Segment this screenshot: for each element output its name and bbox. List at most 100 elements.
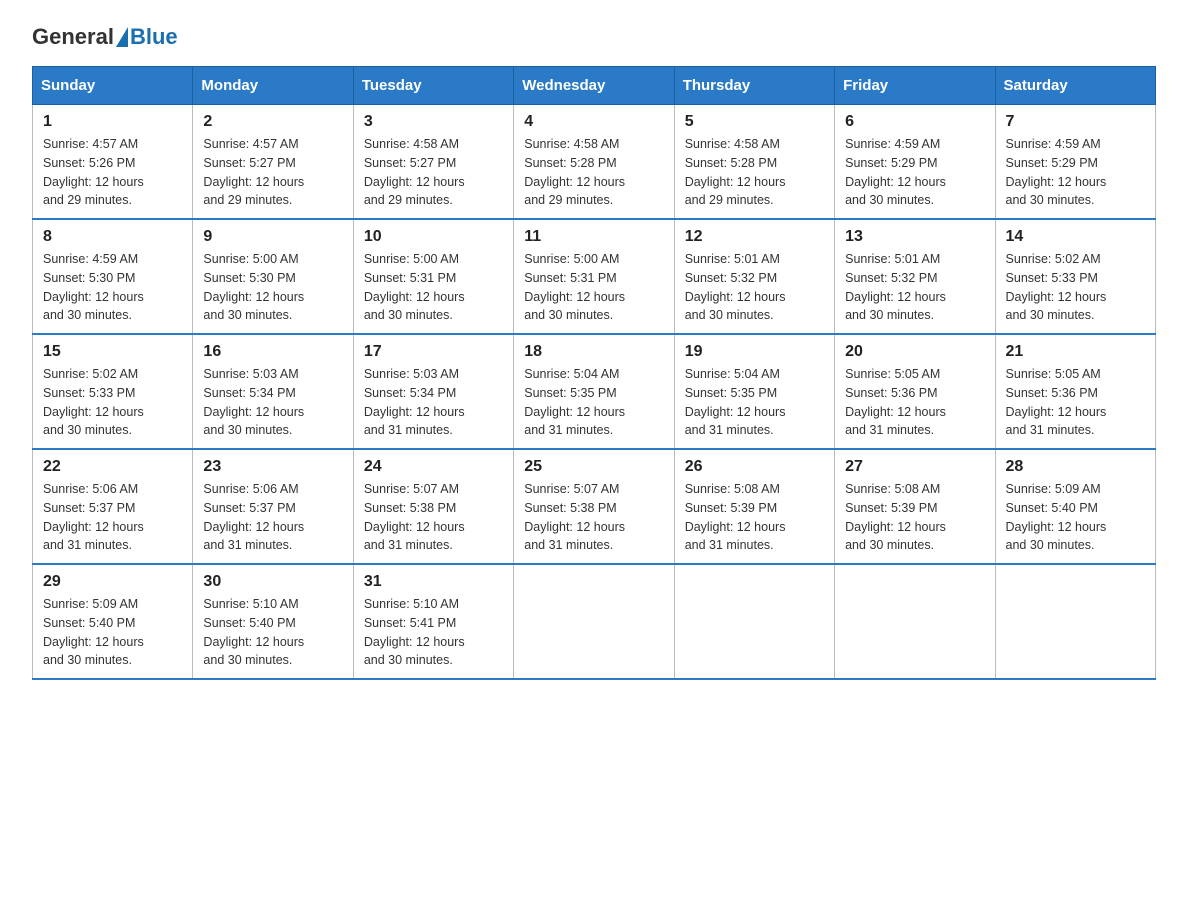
logo-general-text: General [32,24,114,50]
day-info: Sunrise: 4:57 AMSunset: 5:26 PMDaylight:… [43,135,182,210]
calendar-cell: 1 Sunrise: 4:57 AMSunset: 5:26 PMDaylight… [33,105,193,220]
day-number: 12 [685,228,824,246]
day-info: Sunrise: 4:58 AMSunset: 5:28 PMDaylight:… [524,135,663,210]
day-number: 8 [43,228,182,246]
calendar-cell: 28 Sunrise: 5:09 AMSunset: 5:40 PMDayligh… [995,449,1155,564]
logo-triangle-icon [116,27,128,47]
calendar-cell: 21 Sunrise: 5:05 AMSunset: 5:36 PMDayligh… [995,334,1155,449]
page-header: General Blue [32,24,1156,50]
day-info: Sunrise: 5:00 AMSunset: 5:31 PMDaylight:… [524,250,663,325]
col-header-sunday: Sunday [33,67,193,105]
day-number: 17 [364,343,503,361]
col-header-tuesday: Tuesday [353,67,513,105]
day-info: Sunrise: 5:02 AMSunset: 5:33 PMDaylight:… [1006,250,1145,325]
calendar-cell: 26 Sunrise: 5:08 AMSunset: 5:39 PMDayligh… [674,449,834,564]
day-info: Sunrise: 5:00 AMSunset: 5:31 PMDaylight:… [364,250,503,325]
calendar-header-row: SundayMondayTuesdayWednesdayThursdayFrid… [33,67,1156,105]
calendar-cell: 3 Sunrise: 4:58 AMSunset: 5:27 PMDaylight… [353,105,513,220]
day-info: Sunrise: 5:04 AMSunset: 5:35 PMDaylight:… [524,365,663,440]
day-info: Sunrise: 5:01 AMSunset: 5:32 PMDaylight:… [685,250,824,325]
col-header-wednesday: Wednesday [514,67,674,105]
calendar-week-row: 1 Sunrise: 4:57 AMSunset: 5:26 PMDaylight… [33,105,1156,220]
day-number: 11 [524,228,663,246]
day-info: Sunrise: 5:08 AMSunset: 5:39 PMDaylight:… [685,480,824,555]
day-info: Sunrise: 5:04 AMSunset: 5:35 PMDaylight:… [685,365,824,440]
day-info: Sunrise: 4:59 AMSunset: 5:30 PMDaylight:… [43,250,182,325]
day-number: 2 [203,113,342,131]
calendar-cell: 25 Sunrise: 5:07 AMSunset: 5:38 PMDayligh… [514,449,674,564]
day-number: 25 [524,458,663,476]
day-number: 1 [43,113,182,131]
calendar-cell: 16 Sunrise: 5:03 AMSunset: 5:34 PMDayligh… [193,334,353,449]
day-number: 15 [43,343,182,361]
logo-blue-text: Blue [130,24,178,50]
day-number: 24 [364,458,503,476]
calendar-cell: 20 Sunrise: 5:05 AMSunset: 5:36 PMDayligh… [835,334,995,449]
calendar-cell: 13Sunrise: 5:01 AMSunset: 5:32 PMDayligh… [835,219,995,334]
calendar-cell [995,564,1155,679]
day-info: Sunrise: 4:57 AMSunset: 5:27 PMDaylight:… [203,135,342,210]
calendar-cell: 15 Sunrise: 5:02 AMSunset: 5:33 PMDayligh… [33,334,193,449]
day-number: 20 [845,343,984,361]
day-number: 19 [685,343,824,361]
day-number: 7 [1006,113,1145,131]
calendar-week-row: 29 Sunrise: 5:09 AMSunset: 5:40 PMDayligh… [33,564,1156,679]
calendar-cell: 7Sunrise: 4:59 AMSunset: 5:29 PMDaylight… [995,105,1155,220]
day-number: 16 [203,343,342,361]
calendar-cell: 18Sunrise: 5:04 AMSunset: 5:35 PMDayligh… [514,334,674,449]
day-number: 3 [364,113,503,131]
day-number: 22 [43,458,182,476]
calendar-week-row: 22 Sunrise: 5:06 AMSunset: 5:37 PMDayligh… [33,449,1156,564]
day-number: 6 [845,113,984,131]
day-info: Sunrise: 4:58 AMSunset: 5:27 PMDaylight:… [364,135,503,210]
calendar-cell: 24 Sunrise: 5:07 AMSunset: 5:38 PMDayligh… [353,449,513,564]
day-info: Sunrise: 5:07 AMSunset: 5:38 PMDaylight:… [364,480,503,555]
day-number: 31 [364,573,503,591]
day-number: 4 [524,113,663,131]
day-info: Sunrise: 5:05 AMSunset: 5:36 PMDaylight:… [845,365,984,440]
day-number: 10 [364,228,503,246]
calendar-cell: 9 Sunrise: 5:00 AMSunset: 5:30 PMDaylight… [193,219,353,334]
day-number: 9 [203,228,342,246]
day-number: 5 [685,113,824,131]
calendar-cell: 4 Sunrise: 4:58 AMSunset: 5:28 PMDaylight… [514,105,674,220]
day-info: Sunrise: 4:58 AMSunset: 5:28 PMDaylight:… [685,135,824,210]
day-number: 23 [203,458,342,476]
calendar-cell: 5 Sunrise: 4:58 AMSunset: 5:28 PMDaylight… [674,105,834,220]
day-number: 27 [845,458,984,476]
calendar-week-row: 15 Sunrise: 5:02 AMSunset: 5:33 PMDayligh… [33,334,1156,449]
calendar-week-row: 8 Sunrise: 4:59 AMSunset: 5:30 PMDaylight… [33,219,1156,334]
day-number: 29 [43,573,182,591]
calendar-cell: 29 Sunrise: 5:09 AMSunset: 5:40 PMDayligh… [33,564,193,679]
day-info: Sunrise: 5:09 AMSunset: 5:40 PMDaylight:… [43,595,182,670]
day-number: 13 [845,228,984,246]
logo: General Blue [32,24,178,50]
calendar-cell [835,564,995,679]
calendar-cell: 22Sunrise: 5:06 AMSunset: 5:37 PMDayligh… [33,449,193,564]
day-number: 28 [1006,458,1145,476]
day-info: Sunrise: 5:09 AMSunset: 5:40 PMDaylight:… [1006,480,1145,555]
day-info: Sunrise: 5:03 AMSunset: 5:34 PMDaylight:… [364,365,503,440]
day-info: Sunrise: 5:02 AMSunset: 5:33 PMDaylight:… [43,365,182,440]
day-info: Sunrise: 5:06 AMSunset: 5:37 PMDaylight:… [203,480,342,555]
day-info: Sunrise: 5:03 AMSunset: 5:34 PMDaylight:… [203,365,342,440]
day-number: 21 [1006,343,1145,361]
day-info: Sunrise: 5:10 AMSunset: 5:41 PMDaylight:… [364,595,503,670]
col-header-friday: Friday [835,67,995,105]
calendar-cell: 11 Sunrise: 5:00 AMSunset: 5:31 PMDayligh… [514,219,674,334]
col-header-saturday: Saturday [995,67,1155,105]
calendar-cell: 10 Sunrise: 5:00 AMSunset: 5:31 PMDayligh… [353,219,513,334]
day-info: Sunrise: 5:05 AMSunset: 5:36 PMDaylight:… [1006,365,1145,440]
day-info: Sunrise: 5:10 AMSunset: 5:40 PMDaylight:… [203,595,342,670]
calendar-cell: 27Sunrise: 5:08 AMSunset: 5:39 PMDayligh… [835,449,995,564]
day-info: Sunrise: 4:59 AMSunset: 5:29 PMDaylight:… [845,135,984,210]
day-number: 26 [685,458,824,476]
day-number: 30 [203,573,342,591]
col-header-thursday: Thursday [674,67,834,105]
day-info: Sunrise: 5:00 AMSunset: 5:30 PMDaylight:… [203,250,342,325]
day-info: Sunrise: 5:07 AMSunset: 5:38 PMDaylight:… [524,480,663,555]
calendar-cell: 12 Sunrise: 5:01 AMSunset: 5:32 PMDayligh… [674,219,834,334]
calendar-cell: 2 Sunrise: 4:57 AMSunset: 5:27 PMDaylight… [193,105,353,220]
calendar-cell: 8 Sunrise: 4:59 AMSunset: 5:30 PMDaylight… [33,219,193,334]
calendar-cell [514,564,674,679]
